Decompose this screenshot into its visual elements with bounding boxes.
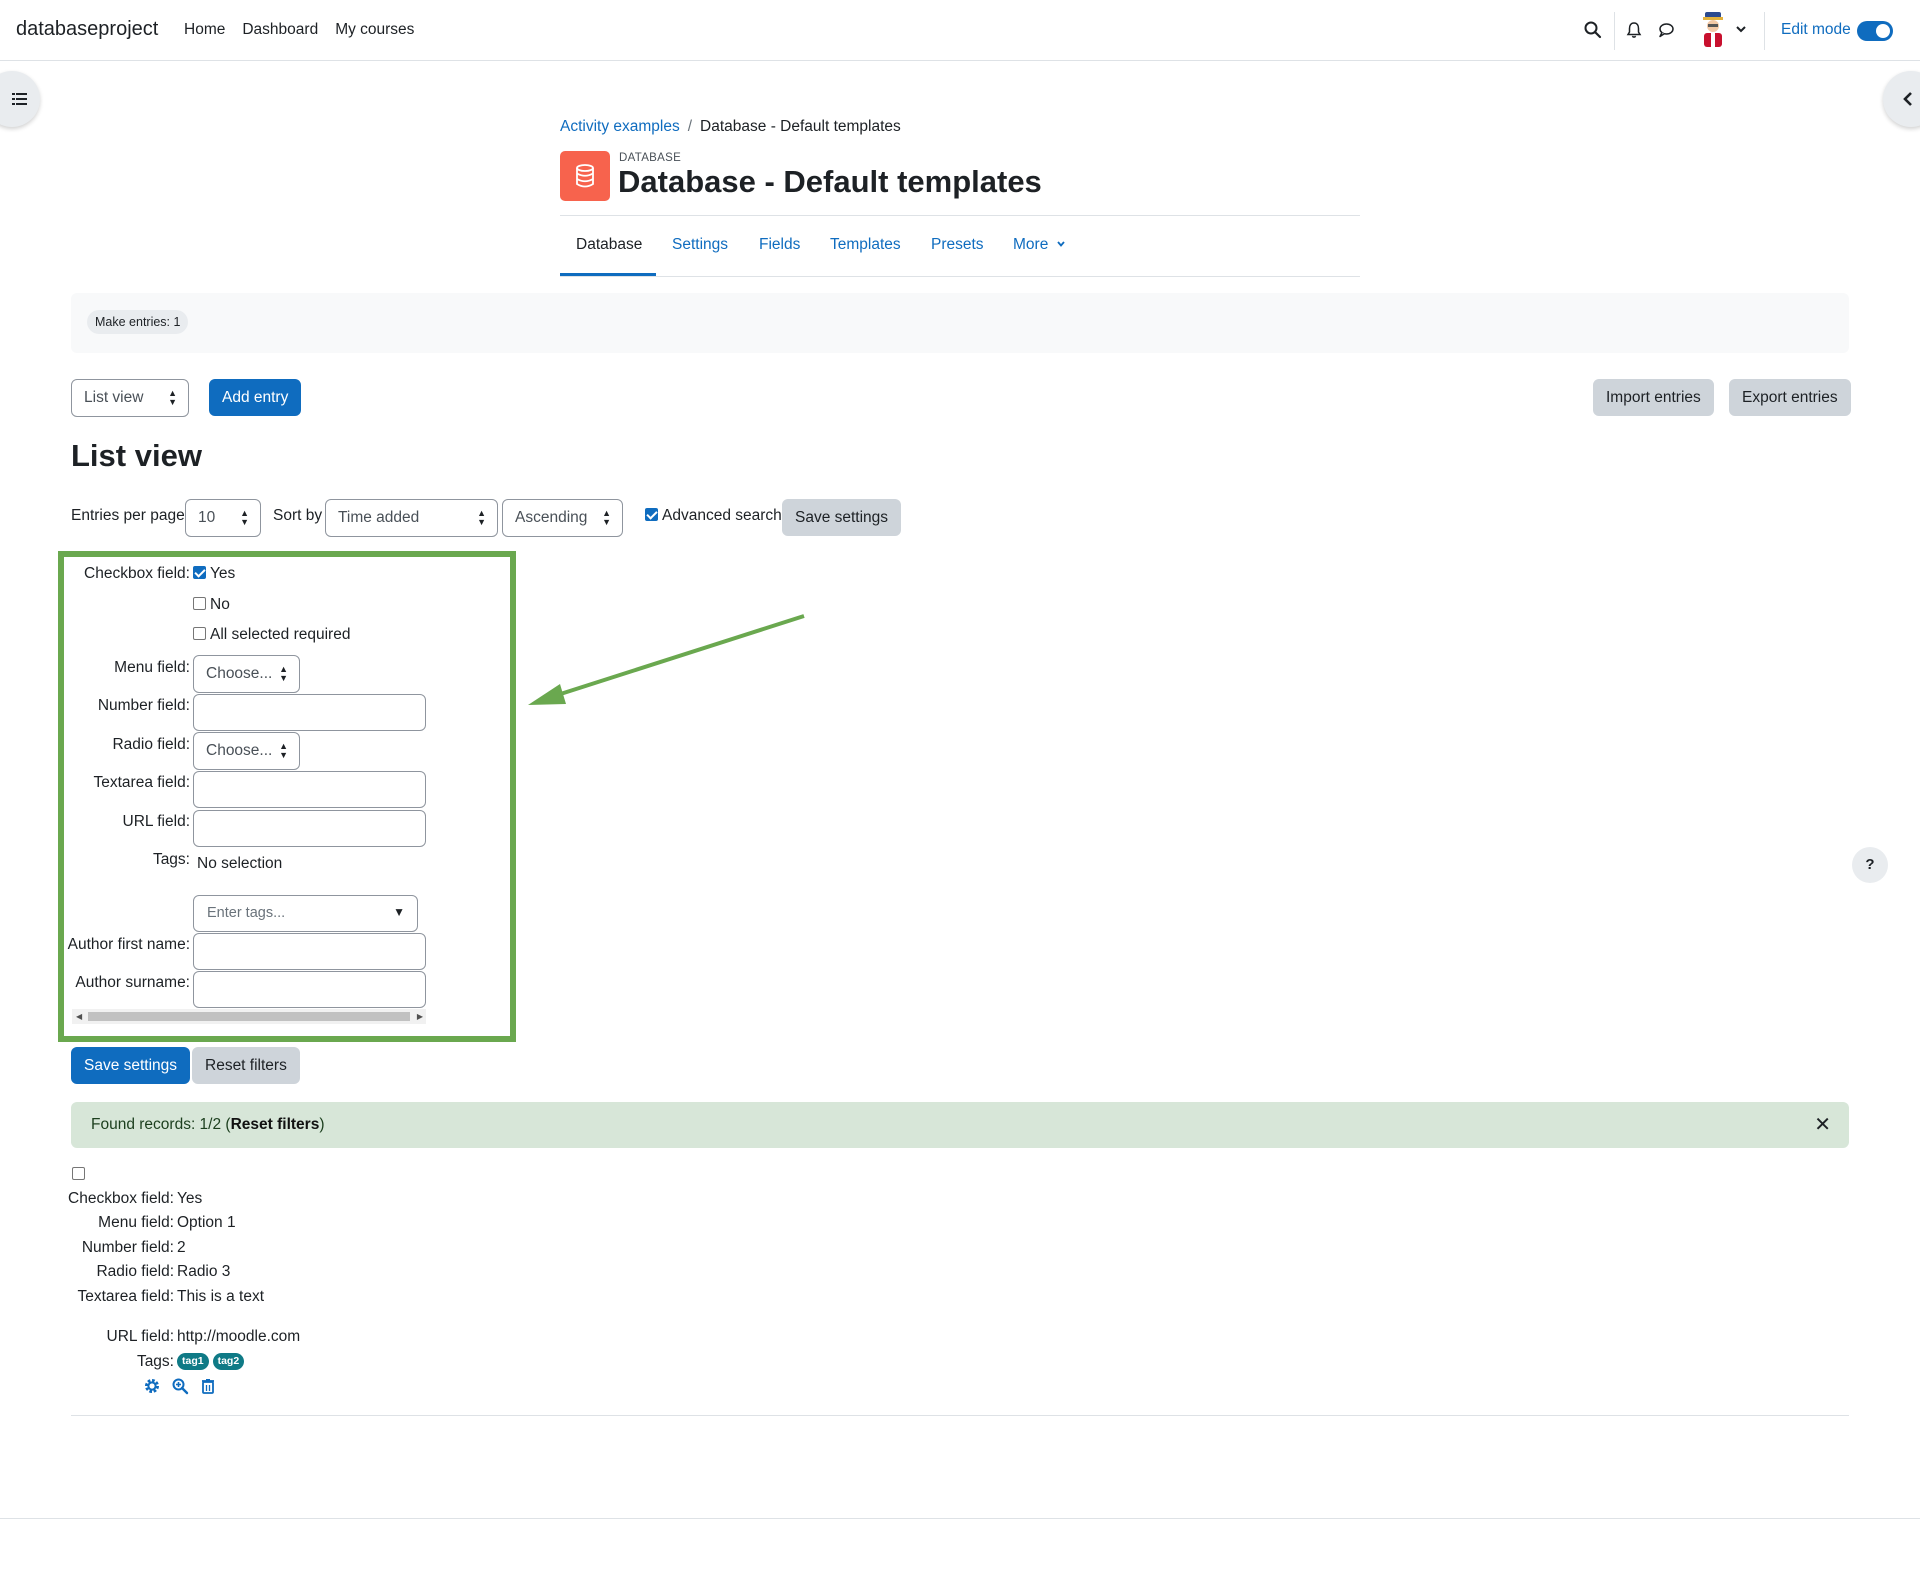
entry-menu-field-value: Option 1 [177, 1214, 236, 1231]
alert-reset-filters-link[interactable]: Reset filters [231, 1116, 320, 1133]
close-icon[interactable]: ✕ [1814, 1102, 1831, 1148]
entry-divider [71, 1415, 1849, 1416]
entry-url-field-label: URL field: [106, 1328, 174, 1345]
entry-tags-label: Tags: [136, 1353, 174, 1370]
save-settings-button[interactable]: Save settings [71, 1047, 191, 1084]
gear-icon[interactable] [143, 1377, 161, 1395]
help-button[interactable]: ? [1852, 847, 1888, 883]
tag-badge[interactable]: tag2 [212, 1353, 245, 1371]
entry-tags-list: tag1 tag2 [177, 1353, 248, 1371]
entry-number-field-value: 2 [177, 1239, 186, 1256]
annotation-arrow [528, 614, 805, 705]
entry-menu-field-label: Menu field: [98, 1214, 174, 1231]
footer-divider [0, 1518, 1920, 1519]
entry-radio-field-label: Radio field: [96, 1263, 174, 1280]
entry-number-field-label: Number field: [81, 1239, 174, 1256]
entry-checkbox-field-label: Checkbox field: [68, 1190, 174, 1207]
tag-badge[interactable]: tag1 [177, 1353, 209, 1371]
reset-filters-button[interactable]: Reset filters [192, 1047, 300, 1084]
entry-select-checkbox[interactable] [72, 1167, 85, 1180]
trash-icon[interactable] [199, 1377, 217, 1395]
zoom-in-icon[interactable] [171, 1377, 189, 1395]
entry-checkbox-field-value: Yes [177, 1190, 203, 1207]
entry-radio-field-value: Radio 3 [177, 1263, 231, 1280]
alert-text-end: ) [319, 1116, 325, 1133]
alert-text: Found records: 1/2 ( [91, 1116, 231, 1133]
found-records-alert: Found records: 1/2 (Reset filters) ✕ [71, 1102, 1849, 1148]
entry-textarea-field-value: This is a text [177, 1288, 264, 1305]
entry-url-field-value[interactable]: http://moodle.com [177, 1328, 300, 1346]
entry-textarea-field-label: Textarea field: [77, 1288, 175, 1305]
